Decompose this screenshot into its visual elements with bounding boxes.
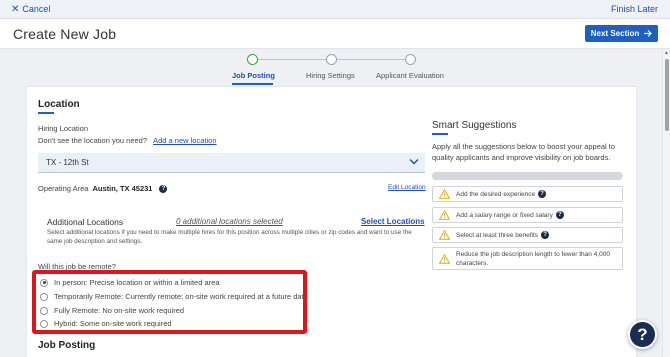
step-job-posting[interactable]: Job Posting	[232, 71, 275, 80]
section-underline	[432, 133, 448, 135]
stepper-connector	[258, 59, 327, 60]
suggestion-text: Add the desired experience	[456, 190, 536, 198]
top-bar: ✕ Cancel Finish Later	[0, 0, 670, 19]
smart-suggestions-desc-2: quality applicants and improve visibilit…	[432, 153, 611, 162]
step-marker-job-posting[interactable]	[247, 54, 258, 65]
edit-location-link[interactable]: Edit Location	[388, 184, 426, 191]
section-underline	[38, 112, 54, 114]
select-locations-link[interactable]: Select Locations	[361, 217, 425, 226]
warning-icon	[439, 189, 450, 199]
active-step-underline	[232, 83, 273, 85]
suggestions-progress-bar	[432, 172, 623, 180]
suggestion-text-line: characters.	[456, 259, 489, 267]
missing-location-text: Don't see the location you need?	[38, 136, 148, 145]
step-applicant-evaluation[interactable]: Applicant Evaluation	[376, 71, 444, 80]
cancel-label: Cancel	[22, 4, 51, 14]
additional-locations-count: 0 additional locations selected	[176, 217, 283, 226]
additional-locations-desc-1: Select additional locations if you need …	[47, 229, 412, 236]
suggestion-item[interactable]: Add the desired experience ?	[432, 186, 623, 202]
help-button[interactable]: ?	[628, 320, 657, 349]
additional-locations-desc-2: same job description and settings.	[47, 238, 143, 245]
arrow-right-icon	[644, 30, 653, 37]
add-location-link[interactable]: Add a new location	[153, 136, 216, 145]
suggestion-text-line: Reduce the job description length to few…	[456, 250, 610, 258]
chevron-down-icon	[409, 159, 419, 165]
page-title: Create New Job	[13, 26, 117, 42]
smart-suggestions-desc-1: Apply all the suggestions below to boost…	[432, 142, 616, 151]
scrollbar-thumb[interactable]	[664, 59, 669, 131]
suggestion-item[interactable]: Select at least three benefits ?	[432, 227, 623, 243]
selected-location-value: TX - 12th St	[46, 158, 89, 167]
help-icon[interactable]: ?	[159, 184, 168, 193]
warning-icon	[439, 210, 450, 220]
help-icon[interactable]: ?	[538, 190, 547, 198]
page-header: Create New Job Next Section	[0, 19, 670, 49]
operating-area-value: Austin, TX 45231	[92, 184, 153, 193]
stepper-connector	[337, 59, 405, 60]
location-section-title: Location	[38, 99, 80, 110]
close-icon: ✕	[11, 3, 20, 15]
warning-icon	[439, 230, 450, 240]
step-hiring-settings[interactable]: Hiring Settings	[306, 71, 355, 80]
operating-area-label: Operating Area	[38, 184, 89, 193]
cancel-button[interactable]: ✕ Cancel	[11, 4, 50, 14]
hiring-location-label: Hiring Location	[38, 124, 89, 133]
hiring-location-select[interactable]: TX - 12th St	[38, 153, 425, 173]
highlight-annotation-box	[32, 270, 307, 334]
help-fab-label: ?	[637, 324, 648, 344]
step-marker-hiring-settings[interactable]	[326, 54, 337, 65]
help-icon[interactable]: ?	[541, 231, 550, 239]
next-section-button[interactable]: Next Section	[585, 25, 658, 42]
job-posting-section-title: Job Posting	[38, 340, 96, 351]
suggestion-item[interactable]: Reduce the job description length to few…	[432, 247, 623, 270]
suggestion-text: Add a salary range or fixed salary	[456, 211, 553, 219]
finish-later-button[interactable]: Finish Later	[611, 4, 658, 14]
suggestion-text: Select at least three benefits	[456, 231, 539, 239]
suggestion-text: Reduce the job description length to few…	[456, 250, 610, 268]
missing-location-prompt: Don't see the location you need? Add a n…	[38, 136, 217, 145]
help-icon[interactable]: ?	[555, 211, 564, 219]
progress-stepper: Job Posting Hiring Settings Applicant Ev…	[0, 50, 662, 86]
scroll-up-icon[interactable]: ▲	[664, 50, 669, 56]
warning-icon	[439, 253, 450, 264]
additional-locations-title: Additional Locations	[47, 217, 124, 227]
next-section-label: Next Section	[590, 29, 640, 38]
smart-suggestions-title: Smart Suggestions	[432, 120, 517, 131]
suggestion-item[interactable]: Add a salary range or fixed salary ?	[432, 207, 623, 223]
step-marker-applicant-evaluation[interactable]	[405, 54, 416, 65]
operating-area-row: Operating Area Austin, TX 45231 ?	[38, 184, 168, 193]
page-scrollbar[interactable]: ▲	[662, 49, 670, 357]
